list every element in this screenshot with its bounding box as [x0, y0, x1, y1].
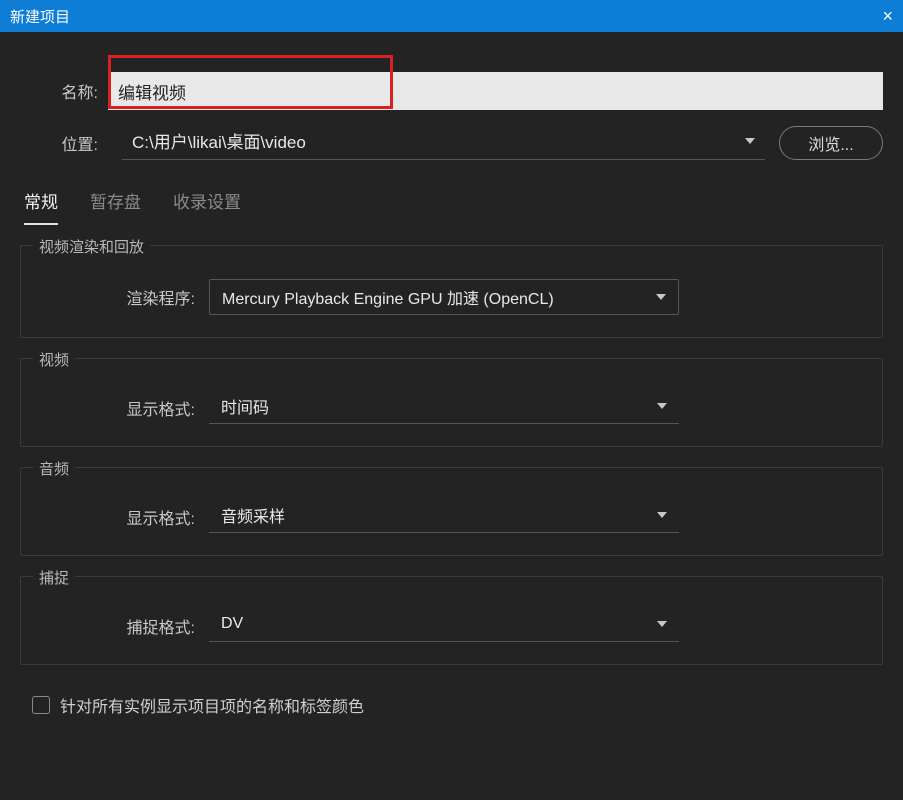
location-select[interactable]: C:\用户\likai\桌面\video [122, 126, 765, 160]
display-project-item-row: 针对所有实例显示项目项的名称和标签颜色 [20, 693, 883, 717]
capture-format-value: DV [221, 615, 243, 633]
capture-format-select[interactable]: DV [209, 610, 679, 642]
dialog-content: 名称: 位置: C:\用户\likai\桌面\video 浏览... 常规 暂存… [0, 32, 903, 717]
display-project-item-label: 针对所有实例显示项目项的名称和标签颜色 [60, 693, 364, 717]
name-input[interactable] [108, 72, 883, 110]
dialog-title: 新建项目 [10, 6, 70, 27]
group-video: 视频 显示格式: 时间码 [20, 358, 883, 447]
group-audio: 音频 显示格式: 音频采样 [20, 467, 883, 556]
browse-button[interactable]: 浏览... [779, 126, 883, 160]
capture-format-row: 捕捉格式: DV [39, 610, 864, 642]
general-panel: 视频渲染和回放 渲染程序: Mercury Playback Engine GP… [20, 245, 883, 717]
group-capture: 捕捉 捕捉格式: DV [20, 576, 883, 665]
name-row: 名称: [20, 72, 883, 110]
chevron-down-icon [657, 403, 667, 409]
location-label: 位置: [20, 131, 108, 155]
close-icon[interactable]: × [882, 6, 893, 27]
group-title-capture: 捕捉 [33, 567, 75, 588]
video-format-select[interactable]: 时间码 [209, 392, 679, 424]
video-format-row: 显示格式: 时间码 [39, 392, 864, 424]
video-format-label: 显示格式: [39, 396, 209, 420]
tab-general[interactable]: 常规 [24, 188, 58, 225]
tab-ingest-settings[interactable]: 收录设置 [173, 188, 241, 225]
video-format-value: 时间码 [221, 394, 269, 418]
chevron-down-icon [745, 138, 755, 144]
chevron-down-icon [657, 621, 667, 627]
tabs: 常规 暂存盘 收录设置 [20, 176, 883, 225]
audio-format-value: 音频采样 [221, 503, 285, 527]
renderer-value: Mercury Playback Engine GPU 加速 (OpenCL) [222, 285, 554, 309]
chevron-down-icon [656, 294, 666, 300]
display-project-item-checkbox[interactable] [32, 696, 50, 714]
group-title-audio: 音频 [33, 458, 75, 479]
audio-format-select[interactable]: 音频采样 [209, 501, 679, 533]
renderer-label: 渲染程序: [39, 285, 209, 309]
renderer-row: 渲染程序: Mercury Playback Engine GPU 加速 (Op… [39, 279, 864, 315]
location-row: 位置: C:\用户\likai\桌面\video 浏览... [20, 126, 883, 160]
chevron-down-icon [657, 512, 667, 518]
tab-scratch-disks[interactable]: 暂存盘 [90, 188, 141, 225]
group-title-render: 视频渲染和回放 [33, 236, 150, 257]
titlebar: 新建项目 × [0, 0, 903, 32]
audio-format-label: 显示格式: [39, 505, 209, 529]
renderer-select[interactable]: Mercury Playback Engine GPU 加速 (OpenCL) [209, 279, 679, 315]
capture-format-label: 捕捉格式: [39, 614, 209, 638]
group-title-video: 视频 [33, 349, 75, 370]
group-render: 视频渲染和回放 渲染程序: Mercury Playback Engine GP… [20, 245, 883, 338]
name-input-wrap [108, 72, 883, 110]
location-value: C:\用户\likai\桌面\video [132, 128, 306, 153]
audio-format-row: 显示格式: 音频采样 [39, 501, 864, 533]
name-label: 名称: [20, 79, 108, 103]
